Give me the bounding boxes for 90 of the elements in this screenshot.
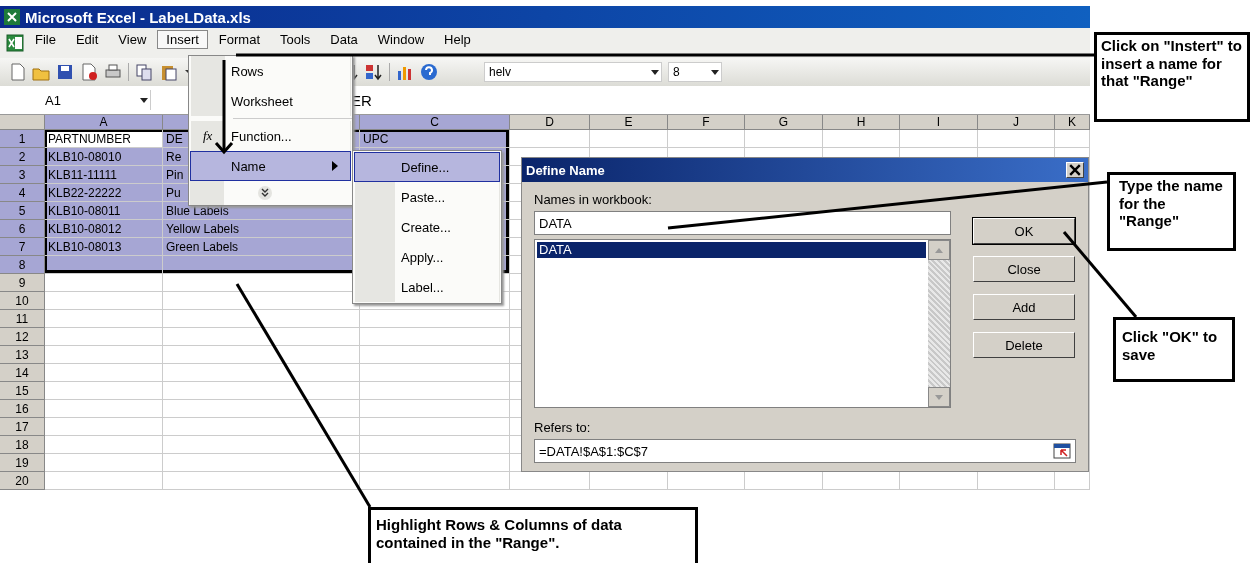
menu-item[interactable]: Name	[190, 151, 351, 181]
callout-note: Click "OK" to save	[1113, 317, 1235, 382]
menu-item[interactable]: Window	[368, 29, 434, 49]
column-header[interactable]: G	[745, 115, 823, 130]
menu-item[interactable]: Tools	[271, 29, 320, 49]
row-header[interactable]: 18	[0, 436, 45, 454]
save-icon[interactable]	[56, 63, 74, 81]
callout-note: Highlight Rows & Columns of data contained in the "Range".	[368, 507, 698, 563]
row-header[interactable]: 20	[0, 472, 45, 490]
submenu-arrow-icon	[332, 161, 338, 171]
column-header[interactable]: K	[1055, 115, 1090, 130]
field-label: Names in workbook:	[534, 192, 652, 207]
dialog-button[interactable]: Add	[973, 294, 1075, 320]
menu-item[interactable]: Help	[435, 29, 480, 49]
table-cell: KLB10-08010	[45, 148, 163, 166]
dialog-button[interactable]: Delete	[973, 332, 1075, 358]
window-title: Microsoft Excel - LabeLData.xls	[25, 8, 251, 26]
dialog-title: Define Name	[526, 162, 605, 178]
font-field[interactable]: helv	[484, 62, 662, 82]
menu-item[interactable]: Format	[209, 29, 269, 49]
menu-item[interactable]: Data	[321, 29, 367, 49]
list-item[interactable]: DATA	[537, 242, 926, 258]
row-header[interactable]: 15	[0, 382, 45, 400]
row-header[interactable]: 19	[0, 454, 45, 472]
column-header[interactable]: D	[510, 115, 590, 130]
row-header[interactable]: 12	[0, 328, 45, 346]
row-header[interactable]: 5	[0, 202, 45, 220]
table-cell: PARTNUMBER	[45, 130, 163, 148]
new-document-icon[interactable]	[8, 63, 26, 81]
sort-descending-icon[interactable]	[365, 63, 383, 81]
dialog-button[interactable]: Close	[973, 256, 1075, 282]
menu-item[interactable]: Paste...	[354, 182, 500, 212]
table-cell: KLB10-08013	[45, 238, 163, 256]
names-list[interactable]: DATA	[534, 239, 951, 408]
refers-to-field[interactable]: =DATA!$A$1:$C$7	[534, 439, 1076, 463]
column-header[interactable]: A	[45, 115, 163, 130]
menu-item[interactable]: Worksheet	[190, 86, 351, 116]
close-button[interactable]	[1066, 162, 1084, 178]
row-header[interactable]: 7	[0, 238, 45, 256]
menu-item[interactable]: fx Function...	[190, 121, 351, 151]
help-icon[interactable]	[420, 63, 438, 81]
menu-item[interactable]: File	[26, 29, 65, 49]
table-cell: KLB10-08011	[45, 202, 163, 220]
row-header[interactable]: 1	[0, 130, 45, 148]
range-select-icon[interactable]	[1053, 443, 1071, 459]
row-header[interactable]: 14	[0, 364, 45, 382]
document-icon[interactable]	[80, 63, 98, 81]
table-cell: KLB22-22222	[45, 184, 163, 202]
copy-icon[interactable]	[135, 63, 153, 81]
menu-item[interactable]: Edit	[66, 29, 108, 49]
callout-note: Type the name for the "Range"	[1107, 172, 1236, 251]
row-header[interactable]: 4	[0, 184, 45, 202]
font-size-field[interactable]: 8	[668, 62, 722, 82]
row-header[interactable]: 3	[0, 166, 45, 184]
menu-item[interactable]: Apply...	[354, 242, 500, 272]
close-icon	[1069, 164, 1081, 176]
expand-chevron-icon[interactable]	[258, 186, 272, 200]
row-header[interactable]: 9	[0, 274, 45, 292]
table-cell: KLB10-08012	[45, 220, 163, 238]
name-input-field[interactable]: DATA	[534, 211, 951, 235]
row-header[interactable]: 16	[0, 400, 45, 418]
spreadsheet-app-icon	[4, 9, 20, 25]
menu-item[interactable]: Rows	[190, 56, 351, 86]
row-header[interactable]: 13	[0, 346, 45, 364]
dialog-button[interactable]: OK	[973, 218, 1075, 244]
column-header[interactable]: F	[668, 115, 745, 130]
column-header[interactable]: I	[900, 115, 978, 130]
column-header[interactable]: J	[978, 115, 1055, 130]
menu-item[interactable]: Label...	[354, 272, 500, 302]
row-header[interactable]: 17	[0, 418, 45, 436]
row-header[interactable]: 6	[0, 220, 45, 238]
column-header[interactable]: E	[590, 115, 668, 130]
column-header[interactable]: C	[360, 115, 510, 130]
name-box[interactable]: A1	[0, 90, 151, 110]
table-cell: UPC	[360, 130, 510, 148]
row-header[interactable]: 2	[0, 148, 45, 166]
row-header[interactable]: 11	[0, 310, 45, 328]
menu-item[interactable]: View	[109, 29, 156, 49]
print-icon[interactable]	[104, 63, 122, 81]
row-header[interactable]: 8	[0, 256, 45, 274]
document-icon	[6, 34, 24, 52]
menu-item[interactable]: Define...	[354, 152, 500, 182]
menu-item[interactable]: Create...	[354, 212, 500, 242]
column-header[interactable]: H	[823, 115, 900, 130]
menu-item[interactable]: Insert	[157, 29, 208, 49]
row-header[interactable]: 10	[0, 292, 45, 310]
field-label: Refers to:	[534, 420, 591, 435]
callout-note: Click on "Instert" to insert a name for that "Range"	[1094, 32, 1250, 122]
paste-icon[interactable]	[159, 63, 177, 81]
table-cell: KLB11-11111	[45, 166, 163, 184]
